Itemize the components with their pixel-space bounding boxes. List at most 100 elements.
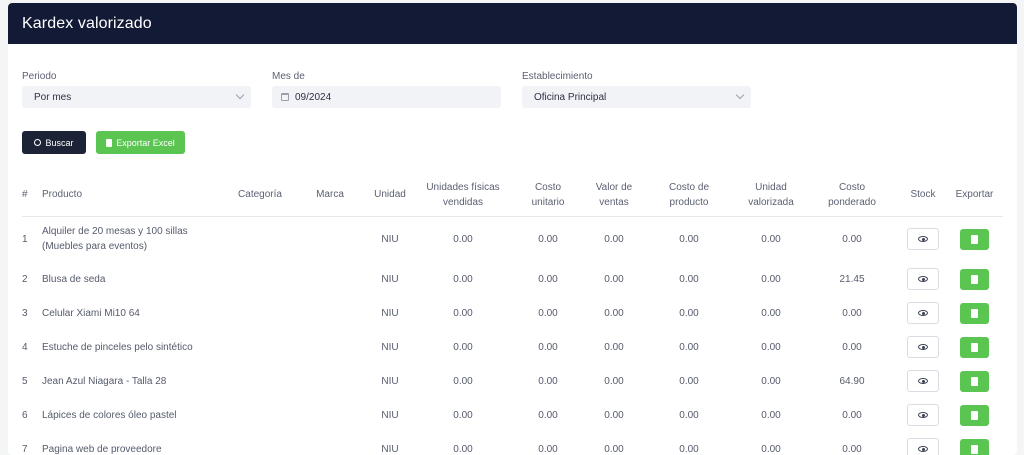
table-row: 6 Lápices de colores óleo pastel NIU 0.00 0.… [22, 398, 1003, 432]
chevron-down-icon [735, 90, 745, 100]
cell-costo-unitario: 0.00 [538, 443, 558, 455]
cell-producto: Pagina web de proveedore [42, 443, 162, 455]
kardex-table: # Producto Categoría Marca Unidad Unidad… [22, 174, 1003, 455]
cell-costo-unitario: 0.00 [538, 409, 558, 421]
cell-unidad-valorizada: 0.00 [761, 443, 781, 455]
cell-categoria [222, 296, 298, 330]
cell-stock [900, 364, 946, 398]
stock-button[interactable] [907, 336, 939, 358]
file-excel-icon [971, 308, 978, 318]
file-excel-icon [971, 342, 978, 352]
export-row-button[interactable] [960, 438, 989, 455]
page-header: Kardex valorizado [8, 3, 1017, 44]
cell-categoria [222, 216, 298, 262]
file-excel-icon [971, 274, 978, 284]
cell-costo-producto: 0.00 [679, 443, 699, 455]
eye-icon [918, 344, 928, 350]
periodo-field: Periodo Por mes [22, 71, 251, 108]
col-stock: Stock [900, 174, 946, 217]
establecimiento-value: Oficina Principal [534, 91, 607, 103]
cell-costo-unitario: 0.00 [538, 307, 558, 319]
export-row-button[interactable] [960, 302, 989, 324]
cell-marca [298, 364, 362, 398]
cell-producto: Jean Azul Niagara - Talla 28 [42, 375, 167, 387]
export-row-button[interactable] [960, 404, 989, 426]
cell-unidad: NIU [381, 443, 399, 455]
periodo-select[interactable]: Por mes [22, 86, 251, 108]
eye-icon [918, 412, 928, 418]
cell-costo-producto: 0.00 [679, 375, 699, 387]
filters: Periodo Por mes Mes de 09/2024 Estableci… [22, 71, 1012, 111]
cell-marca [298, 398, 362, 432]
buscar-button[interactable]: Buscar [22, 131, 86, 154]
mes-date-input[interactable]: 09/2024 [272, 86, 501, 108]
cell-categoria [222, 262, 298, 296]
cell-unidades: 0.00 [453, 409, 473, 421]
stock-button[interactable] [907, 268, 939, 290]
stock-button[interactable] [907, 228, 939, 251]
cell-stock [900, 398, 946, 432]
col-unidad-valorizada: Unidad valorizada [738, 174, 804, 217]
table-row: 7 Pagina web de proveedore NIU 0.00 0.00 0.00… [22, 432, 1003, 455]
table-body: 1 Alquiler de 20 mesas y 100 sillas (Mueb… [22, 216, 1003, 455]
stock-button[interactable] [907, 302, 939, 324]
export-row-button[interactable] [960, 228, 989, 250]
cell-valor-ventas: 0.00 [604, 409, 624, 421]
stock-button[interactable] [907, 438, 939, 455]
cell-exportar [946, 216, 1003, 262]
buscar-label: Buscar [45, 137, 74, 148]
cell-valor-ventas: 0.00 [604, 341, 624, 353]
cell-stock [900, 330, 946, 364]
col-unidad: Unidad [362, 174, 418, 217]
export-row-button[interactable] [960, 370, 989, 392]
cell-costo-unitario: 0.00 [538, 273, 558, 285]
cell-stock [900, 296, 946, 330]
cell-unidad-valorizada: 0.00 [761, 307, 781, 319]
cell-unidad-valorizada: 0.00 [761, 409, 781, 421]
establecimiento-select[interactable]: Oficina Principal [522, 86, 751, 108]
page-title: Kardex valorizado [22, 14, 152, 32]
cell-marca [298, 296, 362, 330]
col-producto: Producto [42, 174, 222, 217]
cell-producto: Blusa de seda [42, 273, 106, 285]
cell-num: 5 [22, 375, 28, 387]
cell-costo-producto: 0.00 [679, 307, 699, 319]
cell-num: 2 [22, 273, 28, 285]
cell-categoria [222, 364, 298, 398]
stock-button[interactable] [907, 370, 939, 392]
kardex-card: Kardex valorizado Periodo Por mes Mes de… [8, 3, 1017, 455]
cell-stock [900, 262, 946, 296]
col-costo-producto: Costo de producto [640, 174, 738, 217]
cell-exportar [946, 296, 1003, 330]
col-costo-unitario: Costo unitario [508, 174, 588, 217]
cell-unidades: 0.00 [453, 273, 473, 285]
cell-unidad-valorizada: 0.00 [761, 273, 781, 285]
cell-categoria [222, 398, 298, 432]
col-exportar: Exportar [946, 174, 1003, 217]
cell-costo-producto: 0.00 [679, 409, 699, 421]
cell-stock [900, 432, 946, 455]
file-excel-icon [971, 410, 978, 420]
table-row: 1 Alquiler de 20 mesas y 100 sillas (Mueb… [22, 216, 1003, 262]
export-row-button[interactable] [960, 336, 989, 358]
cell-num: 6 [22, 409, 28, 421]
stock-button[interactable] [907, 404, 939, 426]
cell-exportar [946, 330, 1003, 364]
eye-icon [918, 236, 928, 243]
cell-valor-ventas: 0.00 [604, 273, 624, 285]
exportar-excel-button[interactable]: Exportar Excel [96, 131, 185, 154]
cell-costo-unitario: 0.00 [538, 341, 558, 353]
export-row-button[interactable] [960, 268, 989, 290]
cell-unidades: 0.00 [453, 375, 473, 387]
cell-valor-ventas: 0.00 [604, 233, 624, 245]
mes-field: Mes de 09/2024 [272, 71, 501, 108]
cell-producto: Lápices de colores óleo pastel [42, 409, 177, 421]
chevron-down-icon [235, 90, 245, 100]
cell-costo-unitario: 0.00 [538, 375, 558, 387]
search-icon [34, 139, 42, 146]
cell-categoria [222, 330, 298, 364]
cell-costo-ponderado: 0.00 [842, 307, 862, 319]
file-excel-icon [971, 444, 978, 454]
col-categoria: Categoría [222, 174, 298, 217]
col-costo-ponderado: Costo ponderado [804, 174, 900, 217]
